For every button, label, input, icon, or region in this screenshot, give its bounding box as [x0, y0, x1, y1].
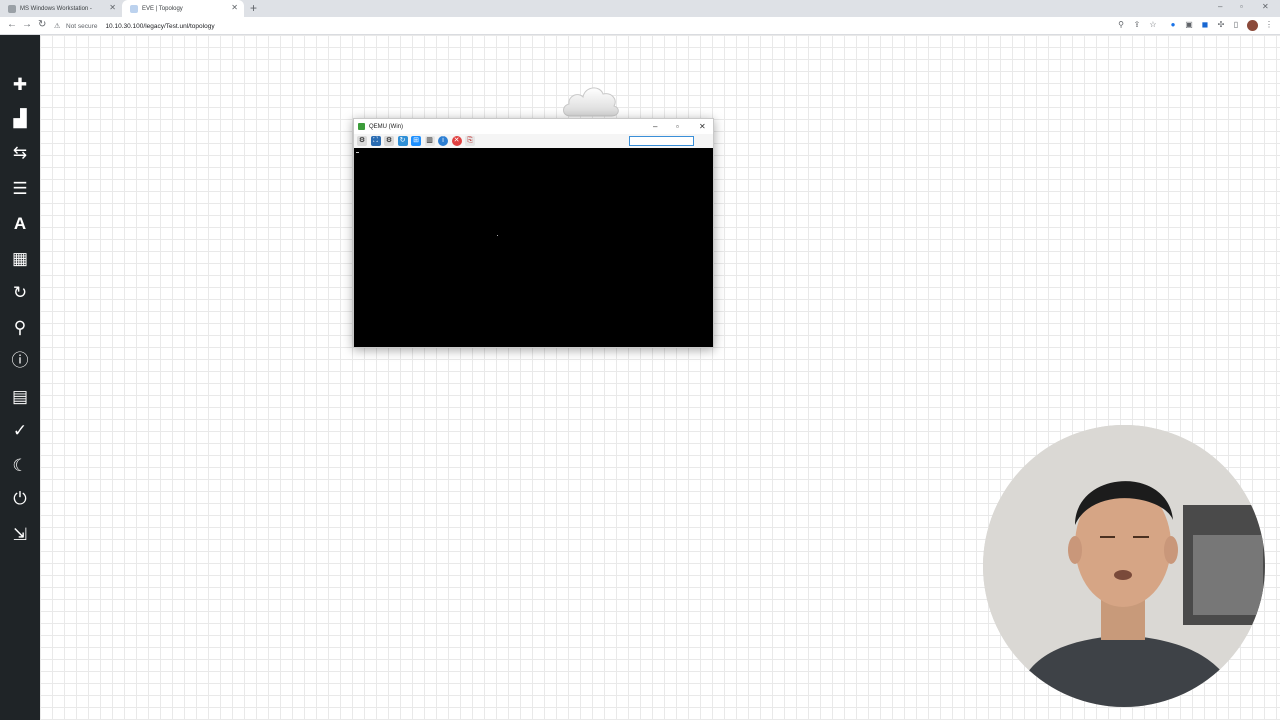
settings-icon[interactable]: ⚙: [384, 136, 394, 146]
info-icon[interactable]: ⓘ: [8, 349, 32, 373]
windows-icon[interactable]: ⊞: [411, 136, 421, 146]
tab-label: EVE | Topology: [142, 5, 183, 12]
ctrl-alt-del-icon[interactable]: ⚙: [357, 136, 367, 146]
sidepanel-icon[interactable]: ▯: [1231, 20, 1241, 30]
qemu-maximize-icon[interactable]: ▫: [676, 122, 679, 131]
info-icon[interactable]: i: [438, 136, 448, 146]
webcam-overlay: [983, 425, 1265, 707]
tab-eve-topology[interactable]: EVE | Topology ✕: [122, 0, 244, 17]
list-icon[interactable]: ☰: [8, 177, 32, 201]
nodes-icon[interactable]: ▟: [8, 107, 32, 131]
browser-toolbar: ← → ↻ ⚠ Not secure 10.10.30.100/legacy/T…: [0, 17, 1280, 35]
cloud-network-icon[interactable]: [560, 80, 622, 120]
qemu-minimize-icon[interactable]: –: [653, 122, 657, 131]
zoom-icon[interactable]: ⚲: [1116, 20, 1126, 30]
extension-icon[interactable]: ◼: [1200, 20, 1210, 30]
table-icon[interactable]: ▤: [8, 385, 32, 409]
disconnect-icon[interactable]: ✕: [451, 136, 462, 146]
qemu-display-screen[interactable]: [354, 148, 713, 347]
text-cursor: [356, 152, 359, 153]
minimize-icon[interactable]: –: [1218, 2, 1222, 11]
refresh-icon[interactable]: ↻: [397, 136, 408, 146]
tab-favicon-icon: [8, 4, 16, 13]
networks-icon[interactable]: ⇆: [8, 141, 32, 165]
maximize-icon[interactable]: ▫: [1240, 2, 1243, 11]
qemu-title: QEMU (Win): [369, 123, 403, 130]
puzzle-icon[interactable]: ✣: [1216, 20, 1226, 30]
extension-icon[interactable]: ●: [1168, 20, 1178, 30]
qemu-app-icon: [358, 123, 365, 130]
close-window-icon[interactable]: ✕: [1262, 2, 1269, 11]
qemu-clipboard-input[interactable]: [629, 136, 694, 146]
eve-sidebar: ✚ ▟ ⇆ ☰ A ▦ ↻ ⚲ ⓘ ▤ ✓ ☾ ⏻ ⇲: [0, 35, 40, 720]
reload-icon[interactable]: ↻: [38, 19, 46, 30]
text-icon[interactable]: A: [8, 212, 32, 236]
menu-icon[interactable]: ⋮: [1264, 20, 1274, 30]
forward-icon[interactable]: →: [22, 19, 32, 30]
security-label: Not secure: [66, 22, 98, 30]
logout-icon[interactable]: ⇲: [8, 523, 32, 547]
qemu-titlebar[interactable]: QEMU (Win): [354, 119, 713, 134]
fullscreen-icon[interactable]: ⛶: [370, 136, 381, 146]
extension-icon[interactable]: ▣: [1184, 20, 1194, 30]
grid-icon[interactable]: ▦: [8, 247, 32, 271]
tab-label: MS Windows Workstation -: [20, 5, 92, 12]
power-icon[interactable]: ⏻: [8, 487, 32, 511]
url-text: 10.10.30.100/legacy/Test.unl/topology: [105, 22, 215, 30]
profile-avatar[interactable]: [1247, 20, 1258, 31]
moon-icon[interactable]: ☾: [8, 454, 32, 478]
qemu-toolbar: ⚙ ⛶ ⚙ ↻ ⊞ ▥ i ✕ ⎘: [354, 134, 713, 148]
check-icon[interactable]: ✓: [8, 419, 32, 443]
address-bar[interactable]: ⚠ Not secure 10.10.30.100/legacy/Test.un…: [54, 19, 1139, 33]
qemu-console-window[interactable]: QEMU (Win) – ▫ ✕ ⚙ ⛶ ⚙ ↻ ⊞ ▥ i ✕ ⎘: [353, 118, 714, 348]
refresh-icon[interactable]: ↻: [8, 281, 32, 305]
mouse-pointer: [497, 235, 498, 236]
clipboard-icon[interactable]: ⎘: [465, 136, 475, 146]
new-tab-icon[interactable]: +: [250, 1, 257, 15]
share-icon[interactable]: ⇪: [1132, 20, 1142, 30]
warning-icon: ⚠: [54, 23, 61, 30]
screenshot-icon[interactable]: ▥: [424, 136, 435, 146]
tab-favicon-icon: [130, 4, 138, 13]
tab-ms-windows-workstation[interactable]: MS Windows Workstation - ✕: [0, 0, 122, 17]
back-icon[interactable]: ←: [7, 19, 17, 30]
qemu-close-icon[interactable]: ✕: [699, 122, 706, 131]
close-tab-icon[interactable]: ✕: [109, 3, 116, 12]
zoom-icon[interactable]: ⚲: [8, 316, 32, 340]
bookmark-star-icon[interactable]: ☆: [1148, 20, 1158, 30]
add-icon[interactable]: ✚: [8, 73, 32, 97]
browser-tabstrip: MS Windows Workstation - ✕ EVE | Topolog…: [0, 0, 1280, 17]
close-tab-icon[interactable]: ✕: [231, 3, 238, 12]
